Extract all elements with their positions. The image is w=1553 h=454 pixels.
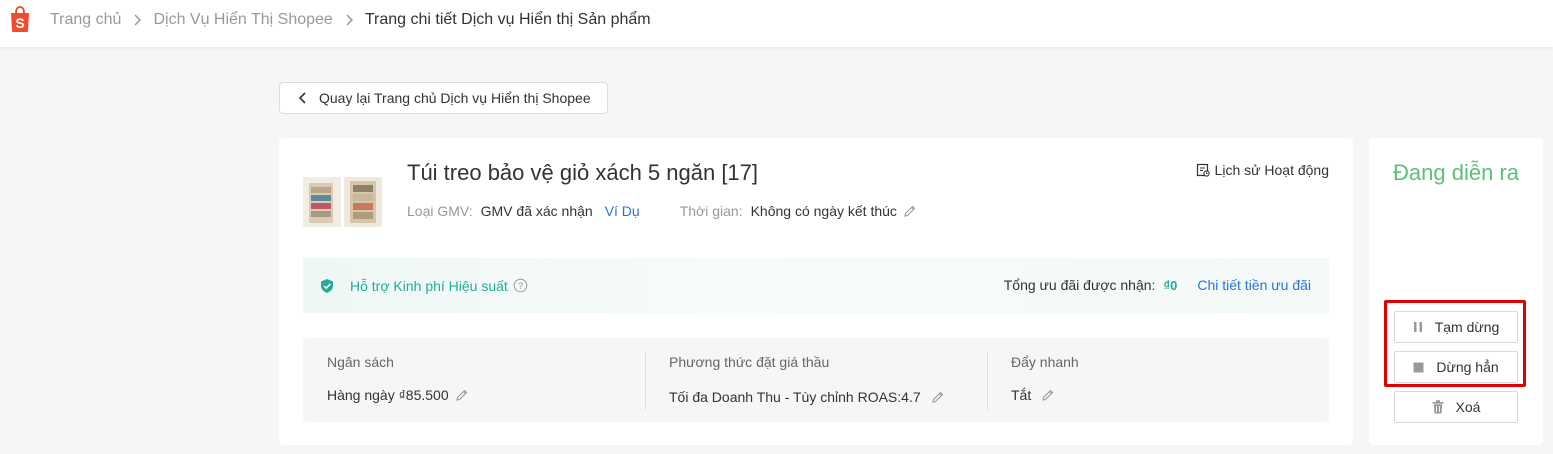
time-value: Không có ngày kết thúc [750, 203, 897, 219]
breadcrumb-home[interactable]: Trang chủ [50, 11, 121, 29]
time-label: Thời gian: [679, 203, 743, 219]
history-document-icon [1196, 163, 1210, 177]
shopee-logo-icon[interactable]: S [8, 5, 32, 33]
stop-button-label: Dừng hẳn [1436, 359, 1499, 375]
stop-icon [1413, 362, 1424, 373]
performance-support-banner: Hỗ trợ Kinh phí Hiệu suất ? Tổng ưu đãi … [303, 258, 1329, 313]
breadcrumb: Trang chủ Dịch Vụ Hiển Thị Shopee Trang … [50, 11, 651, 29]
ad-settings-summary: Ngân sách Hàng ngày ₫85.500 Phương thức … [303, 338, 1329, 422]
back-button[interactable]: Quay lại Trang chủ Dịch vụ Hiển thị Shop… [279, 82, 608, 114]
breadcrumb-ads-service[interactable]: Dịch Vụ Hiển Thị Shopee [153, 11, 332, 29]
activity-history-link[interactable]: Lịch sử Hoạt động [1196, 162, 1329, 178]
stop-button[interactable]: Dừng hẳn [1394, 351, 1518, 383]
perks-detail-link[interactable]: Chi tiết tiền ưu đãi [1197, 277, 1311, 293]
svg-text:?: ? [518, 281, 523, 291]
ad-detail-card: Túi treo bảo vệ giỏ xách 5 ngăn [17] Loạ… [279, 138, 1353, 445]
bidding-label: Phương thức đặt giá thầu [669, 354, 830, 370]
delete-button-label: Xoá [1455, 399, 1481, 415]
gmv-value: GMV đã xác nhận [480, 203, 593, 219]
edit-boost-pencil-icon[interactable] [1041, 388, 1055, 402]
edit-time-pencil-icon[interactable] [903, 204, 917, 218]
pause-button[interactable]: Tạm dừng [1394, 311, 1518, 343]
performance-support-label: Hỗ trợ Kinh phí Hiệu suất [350, 277, 508, 294]
gmv-label: Loại GMV: [407, 203, 473, 219]
boost-value: Tắt [1011, 387, 1032, 403]
total-perks-label: Tổng ưu đãi được nhận: [1003, 277, 1156, 293]
product-thumbnail [303, 177, 341, 227]
top-bar: S Trang chủ Dịch Vụ Hiển Thị Shopee Tran… [0, 0, 1553, 47]
pause-button-label: Tạm dừng [1434, 319, 1500, 335]
history-link-label: Lịch sử Hoạt động [1214, 162, 1329, 178]
stat-divider [645, 352, 646, 410]
help-question-icon[interactable]: ? [513, 278, 528, 293]
chevron-right-icon [134, 14, 142, 26]
boost-label: Đẩy nhanh [1011, 354, 1079, 370]
bidding-value: Tối đa Doanh Thu - Tùy chỉnh ROAS:4.7 [669, 389, 921, 405]
chevron-left-icon [298, 92, 306, 104]
total-perks: Tổng ưu đãi được nhận: ₫0 Chi tiết tiền … [1004, 277, 1311, 293]
breadcrumb-current: Trang chi tiết Dịch vụ Hiển thị Sản phẩm [364, 11, 651, 28]
svg-text:S: S [15, 15, 24, 31]
pause-icon [1413, 321, 1423, 333]
stat-divider [987, 352, 988, 410]
gmv-example-link[interactable]: Ví Dụ [605, 203, 640, 219]
budget-value: Hàng ngày ₫85.500 [327, 387, 449, 403]
total-perks-amount: ₫0 [1163, 277, 1178, 293]
product-meta: Loại GMV: GMV đã xác nhận Ví Dụ Thời gia… [407, 203, 917, 219]
trash-icon [1432, 400, 1444, 414]
budget-label: Ngân sách [327, 354, 394, 370]
product-thumbnail [344, 177, 382, 227]
delete-button[interactable]: Xoá [1394, 391, 1518, 423]
chevron-right-icon [346, 14, 353, 26]
edit-bidding-pencil-icon[interactable] [931, 390, 945, 404]
edit-budget-pencil-icon[interactable] [455, 388, 469, 402]
product-title: Túi treo bảo vệ giỏ xách 5 ngăn [17] [407, 160, 759, 185]
shield-check-icon [321, 278, 333, 293]
back-button-label: Quay lại Trang chủ Dịch vụ Hiển thị Shop… [319, 90, 591, 106]
campaign-status: Đang diễn ra [1393, 160, 1519, 185]
